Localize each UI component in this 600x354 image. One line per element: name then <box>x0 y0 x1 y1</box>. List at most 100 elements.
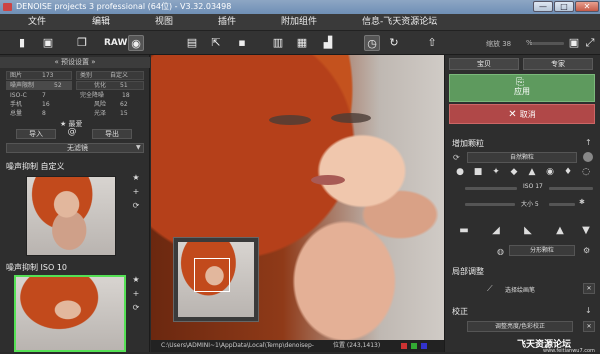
save-icon[interactable]: ▤ <box>184 35 200 51</box>
grain-sync-icon[interactable]: ⟳ <box>453 153 460 162</box>
stat-label: 完全降噪 <box>80 92 105 99</box>
menu-info[interactable]: 信息-飞天资源论坛 <box>362 14 437 31</box>
menu-plugins[interactable]: 插件 <box>218 14 236 31</box>
clock-icon[interactable]: ◷ <box>364 35 380 51</box>
shape-ring-icon[interactable]: ◌ <box>579 166 593 178</box>
correction-arrow-icon[interactable]: ↓ <box>585 306 592 315</box>
share-icon[interactable]: ▪ <box>234 35 250 51</box>
email-button[interactable]: @ <box>64 127 80 140</box>
menu-file[interactable]: 文件 <box>28 14 46 31</box>
maximize-button[interactable]: □ <box>554 1 574 12</box>
shape-circle-icon[interactable]: ● <box>453 166 467 178</box>
new-icon[interactable]: ▮ <box>14 35 30 51</box>
size-star-icon[interactable]: ✱ <box>579 198 585 206</box>
open-image-icon[interactable]: ▣ <box>40 35 56 51</box>
red-channel-swatch <box>401 343 407 349</box>
iso-slider-left[interactable] <box>465 187 517 190</box>
shape-diamond-icon[interactable]: ◆ <box>507 166 521 178</box>
window-title: DENOISE projects 3 professional (64位) - … <box>16 2 232 11</box>
batch-icon[interactable]: ❐ <box>74 35 90 51</box>
close-window-button[interactable]: ✕ <box>575 1 599 12</box>
cancel-button[interactable]: ✕ 取消 <box>449 104 595 124</box>
grain-type-select[interactable]: 自然颗粒 <box>467 152 577 163</box>
shape-star-icon[interactable]: ✦ <box>489 166 503 178</box>
stat-value: 52 <box>54 82 62 89</box>
shape-dot-icon[interactable]: ◉ <box>543 166 557 178</box>
stat-value: 7 <box>42 92 46 99</box>
add-icon[interactable]: + <box>131 187 141 197</box>
stat-label: 类别 <box>80 72 93 79</box>
compare-icon[interactable]: ▦ <box>294 35 310 51</box>
watermark-url: www.feitianwu7.com <box>543 348 595 354</box>
menu-addons[interactable]: 附加组件 <box>281 14 317 31</box>
collapse-arrow-icon[interactable]: ↑ <box>585 138 592 147</box>
local-adjust-heading: 局部调整 <box>452 267 484 276</box>
histogram-icon[interactable]: ▟ <box>320 35 336 51</box>
redo-icon[interactable]: ↻ <box>386 35 402 51</box>
add-grain-heading: 增加颗粒 <box>452 139 484 148</box>
size-value: 大小 5 <box>521 201 539 208</box>
minimize-button[interactable]: — <box>533 1 553 12</box>
brush-close-icon[interactable]: ✕ <box>583 283 595 294</box>
add-icon[interactable]: + <box>131 289 141 299</box>
zoom-label: 缩放 38 <box>486 40 512 48</box>
fullscreen-icon[interactable]: ⤢ <box>582 35 598 51</box>
close-icon: ✕ <box>508 109 520 120</box>
filter-select[interactable]: 无滤镜 <box>6 143 144 153</box>
tab-basic[interactable]: 宝贝 <box>449 58 519 70</box>
preset-header-label: 预设设置 <box>61 58 89 66</box>
toolbar: ▮ ▣ ❐ RAW ◉ ▤ ⇱ ▪ ▥ ▦ ▟ ◷ ↻ ⇧ 缩放 38 % ▣ … <box>0 31 600 55</box>
apply-icon: ⎘ <box>516 77 524 88</box>
navigate-icon[interactable]: ⇧ <box>424 35 440 51</box>
correction-select[interactable]: 调整亮度/色彩校正 <box>467 321 573 332</box>
size-slider-right[interactable] <box>549 203 575 206</box>
stat-value: 62 <box>120 101 128 108</box>
shape-square-icon[interactable]: ■ <box>471 166 485 178</box>
size-slider-left[interactable] <box>465 203 515 206</box>
import-button[interactable]: 导入 <box>16 129 56 139</box>
iso-slider-right[interactable] <box>549 187 593 190</box>
grain-preview-icon[interactable] <box>583 152 593 162</box>
shape-drop-icon[interactable]: ♦ <box>561 166 575 178</box>
preset-thumbnail[interactable] <box>26 176 116 256</box>
grain-square-icon[interactable]: ▬ <box>457 225 471 237</box>
grain-peak-icon[interactable]: ▲ <box>553 225 567 237</box>
preset-title: 噪声抑制 自定义 <box>6 162 65 171</box>
fit-screen-icon[interactable]: ▣ <box>566 35 582 51</box>
book-icon[interactable]: ▥ <box>270 35 286 51</box>
grain-slope-icon[interactable]: ◣ <box>521 225 535 237</box>
shape-triangle-icon[interactable]: ▲ <box>525 166 539 178</box>
sync-icon[interactable]: ⟳ <box>131 303 141 313</box>
export-button[interactable]: 导出 <box>92 129 132 139</box>
navigator-panel[interactable] <box>173 237 259 322</box>
sync-icon[interactable]: ⟳ <box>131 201 141 211</box>
grain-wave-icon[interactable]: ▼ <box>579 225 593 237</box>
preset-thumbnail-selected[interactable] <box>14 275 126 352</box>
apply-button[interactable]: ⎘ 应用 <box>449 74 595 102</box>
correction-close-icon[interactable]: ✕ <box>583 321 595 332</box>
menu-view[interactable]: 视图 <box>155 14 173 31</box>
tab-expert[interactable]: 专家 <box>523 58 593 70</box>
select-brush-label[interactable]: 选择绘画笔 <box>505 285 535 294</box>
image-canvas[interactable] <box>151 55 444 345</box>
chevron-down-icon[interactable]: ▼ <box>136 144 141 151</box>
camera-icon[interactable]: ◉ <box>128 35 144 51</box>
stat-label: 优化 <box>94 82 107 89</box>
fractal-grain-option[interactable]: 分形颗粒 <box>509 245 575 256</box>
star-icon[interactable]: ★ <box>131 275 141 285</box>
raw-button[interactable]: RAW <box>104 35 127 51</box>
correction-heading: 校正 <box>452 307 468 316</box>
export-icon[interactable]: ⇱ <box>208 35 224 51</box>
zoom-slider[interactable] <box>532 42 564 45</box>
star-icon[interactable]: ★ <box>131 173 141 183</box>
grain-triangle-icon[interactable]: ◢ <box>489 225 503 237</box>
file-path: C:\Users\ADMINI~1\AppData\Local\Temp\den… <box>161 342 314 349</box>
grain-option-icon[interactable]: ⚙ <box>583 246 590 255</box>
navigator-viewport[interactable] <box>194 258 230 292</box>
iso-value: ISO 17 <box>523 183 543 190</box>
status-bar: C:\Users\ADMINI~1\AppData\Local\Temp\den… <box>151 340 444 352</box>
stat-label: 风险 <box>94 101 107 108</box>
fractal-icon: ◍ <box>497 247 504 256</box>
menu-edit[interactable]: 编辑 <box>92 14 110 31</box>
stat-value: 51 <box>120 82 128 89</box>
